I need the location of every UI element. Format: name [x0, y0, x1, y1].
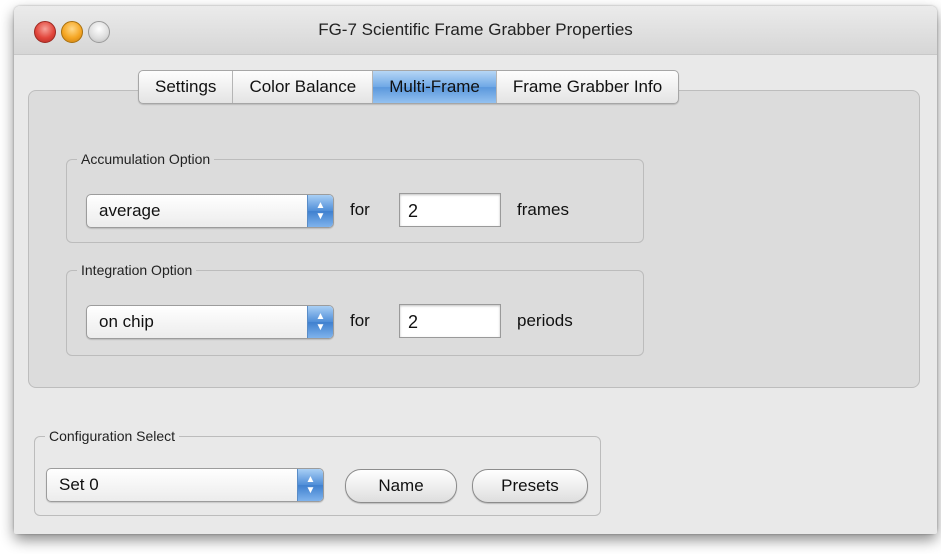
accumulation-mode-popup[interactable]: average ▲ ▼	[86, 194, 334, 228]
accumulation-frames-input[interactable]: 2	[399, 193, 501, 227]
tab-frame-grabber-info[interactable]: Frame Grabber Info	[497, 71, 678, 103]
updown-arrows-icon: ▲ ▼	[307, 306, 333, 338]
integration-mode-value: on chip	[99, 312, 154, 331]
presets-button[interactable]: Presets	[472, 469, 588, 503]
tab-panel: Accumulation Option average ▲ ▼ for 2 fra…	[28, 90, 920, 388]
integration-group-label: Integration Option	[77, 262, 197, 278]
integration-periods-input[interactable]: 2	[399, 304, 501, 338]
integration-mode-popup[interactable]: on chip ▲ ▼	[86, 305, 334, 339]
accumulation-group-label: Accumulation Option	[77, 151, 215, 167]
tab-settings[interactable]: Settings	[139, 71, 234, 103]
accumulation-unit-label: frames	[517, 200, 569, 219]
tab-multi-frame[interactable]: Multi-Frame	[373, 71, 497, 103]
configuration-group-label: Configuration Select	[45, 428, 180, 444]
properties-window: FG-7 Scientific Frame Grabber Properties…	[14, 6, 937, 534]
tab-bar: Settings Color Balance Multi-Frame Frame…	[138, 70, 680, 104]
window-title: FG-7 Scientific Frame Grabber Properties	[318, 20, 633, 39]
title-bar[interactable]: FG-7 Scientific Frame Grabber Properties	[14, 6, 937, 55]
configuration-set-popup[interactable]: Set 0 ▲ ▼	[46, 468, 324, 502]
updown-arrows-icon: ▲ ▼	[307, 195, 333, 227]
integration-unit-label: periods	[517, 311, 573, 330]
configuration-set-value: Set 0	[59, 475, 99, 494]
accumulation-for-label: for	[350, 200, 370, 219]
name-button[interactable]: Name	[345, 469, 457, 503]
accumulation-group: Accumulation Option average ▲ ▼ for 2 fra…	[66, 151, 644, 243]
accumulation-mode-value: average	[99, 201, 161, 220]
integration-for-label: for	[350, 311, 370, 330]
tab-color-balance[interactable]: Color Balance	[233, 71, 374, 103]
configuration-group: Configuration Select Set 0 ▲ ▼ Name Prese…	[34, 428, 601, 516]
updown-arrows-icon: ▲ ▼	[297, 469, 323, 501]
integration-group: Integration Option on chip ▲ ▼ for 2 peri…	[66, 262, 644, 356]
